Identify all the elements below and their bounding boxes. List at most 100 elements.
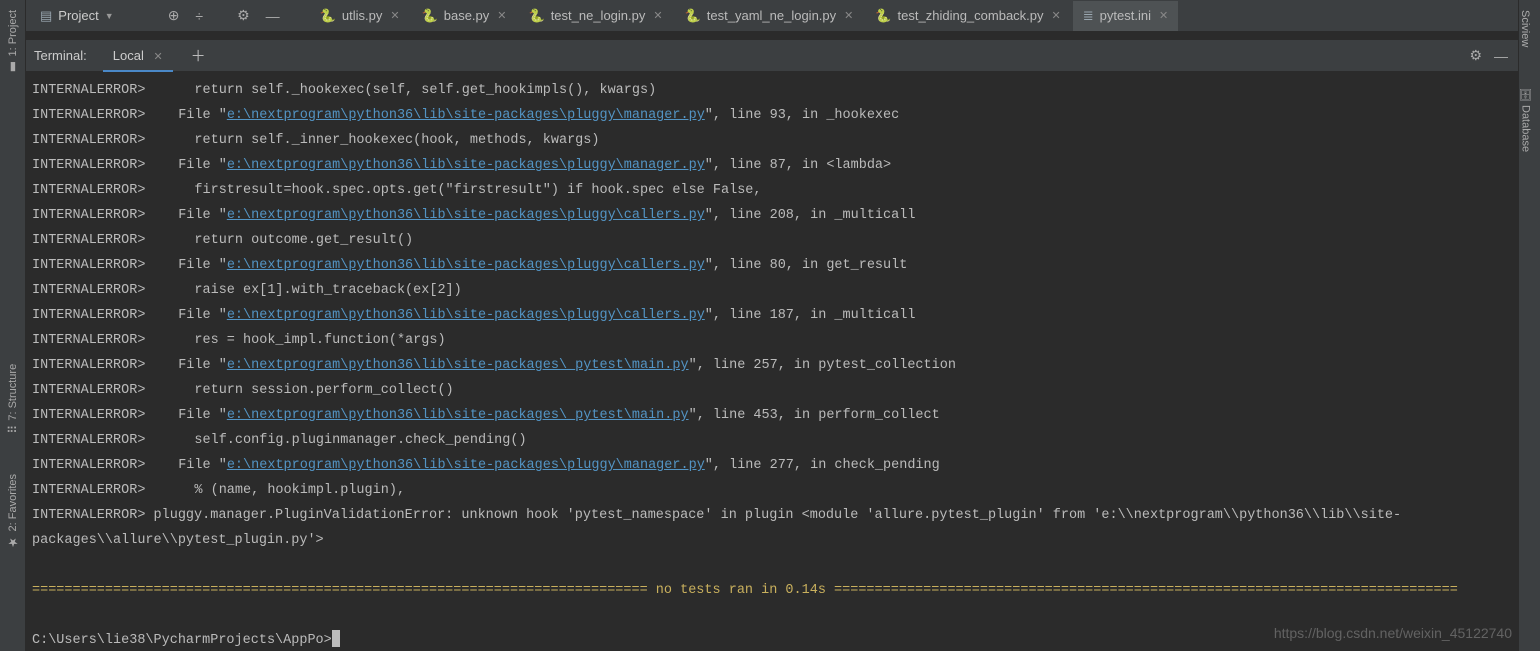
python-file-icon: 🐍 bbox=[685, 8, 701, 24]
close-icon[interactable]: ✕ bbox=[497, 9, 506, 22]
tool-label: 7: Structure bbox=[7, 364, 19, 421]
chevron-down-icon: ▼ bbox=[105, 11, 114, 21]
file-tab-label: test_zhiding_comback.py bbox=[898, 8, 1044, 23]
terminal-line: INTERNALERROR> File "e:\nextprogram\pyth… bbox=[32, 253, 1514, 278]
file-tab-label: test_yaml_ne_login.py bbox=[707, 8, 836, 23]
file-link[interactable]: e:\nextprogram\python36\lib\site-package… bbox=[227, 458, 705, 473]
close-icon[interactable]: ✕ bbox=[390, 9, 399, 22]
file-tab-test_yaml_ne_login-py[interactable]: 🐍 test_yaml_ne_login.py ✕ bbox=[675, 1, 864, 31]
collapse-icon[interactable]: ÷ bbox=[195, 8, 203, 24]
project-icon: ▤ bbox=[40, 8, 52, 24]
file-link[interactable]: e:\nextprogram\python36\lib\site-package… bbox=[227, 258, 705, 273]
file-tab-label: test_ne_login.py bbox=[551, 8, 646, 23]
minimize-icon[interactable]: — bbox=[266, 8, 280, 24]
tool-label: Database bbox=[1520, 105, 1532, 152]
python-file-icon: 🐍 bbox=[320, 8, 336, 24]
error-tag: INTERNALERROR> bbox=[32, 328, 162, 353]
close-icon[interactable]: ✕ bbox=[653, 9, 662, 22]
file-tab-test_ne_login-py[interactable]: 🐍 test_ne_login.py ✕ bbox=[519, 1, 673, 31]
tool-label: Sciview bbox=[1519, 10, 1531, 47]
file-link[interactable]: e:\nextprogram\python36\lib\site-package… bbox=[227, 408, 689, 423]
tool-project[interactable]: ▮ 1: Project bbox=[6, 10, 20, 74]
terminal-output[interactable]: INTERNALERROR> return self._hookexec(sel… bbox=[26, 72, 1518, 651]
terminal-line: INTERNALERROR> % (name, hookimpl.plugin)… bbox=[32, 478, 1514, 503]
error-tag: INTERNALERROR> bbox=[32, 303, 162, 328]
tool-label: 2: Favorites bbox=[7, 474, 19, 531]
star-icon: ★ bbox=[6, 536, 20, 550]
terminal-line: INTERNALERROR> res = hook_impl.function(… bbox=[32, 328, 1514, 353]
close-icon[interactable]: ✕ bbox=[844, 9, 853, 22]
add-terminal-button[interactable]: ＋ bbox=[191, 45, 206, 66]
terminal-line bbox=[32, 553, 1514, 578]
terminal-line: INTERNALERROR> File "e:\nextprogram\pyth… bbox=[32, 403, 1514, 428]
ini-file-icon: ≣ bbox=[1083, 8, 1094, 24]
watermark: https://blog.csdn.net/weixin_45122740 bbox=[1274, 625, 1512, 641]
terminal-line: INTERNALERROR> self.config.pluginmanager… bbox=[32, 428, 1514, 453]
file-tab-base-py[interactable]: 🐍base.py✕ bbox=[412, 1, 517, 31]
file-link[interactable]: e:\nextprogram\python36\lib\site-package… bbox=[227, 358, 689, 373]
project-label: Project bbox=[58, 8, 98, 23]
file-tab-label: utlis.py bbox=[342, 8, 382, 23]
terminal-line: INTERNALERROR> firstresult=hook.spec.opt… bbox=[32, 178, 1514, 203]
file-tab-test_zhiding_comback-py[interactable]: 🐍 test_zhiding_comback.py ✕ bbox=[865, 1, 1070, 31]
error-tag: INTERNALERROR> bbox=[32, 228, 162, 253]
structure-icon: ⠿ bbox=[6, 425, 20, 434]
file-tab-label: pytest.ini bbox=[1100, 8, 1151, 23]
error-tag: INTERNALERROR> bbox=[32, 103, 162, 128]
file-tab-utlis-py[interactable]: 🐍 utlis.py ✕ bbox=[310, 1, 410, 31]
cursor bbox=[332, 630, 340, 647]
file-tab-label: base.py bbox=[444, 8, 490, 23]
terminal-line: packages\\allure\\pytest_plugin.py'> bbox=[32, 528, 1514, 553]
close-icon[interactable]: ✕ bbox=[1159, 9, 1168, 22]
error-tag: INTERNALERROR> bbox=[32, 353, 162, 378]
error-tag: INTERNALERROR> bbox=[32, 378, 162, 403]
file-link[interactable]: e:\nextprogram\python36\lib\site-package… bbox=[227, 158, 705, 173]
error-tag: INTERNALERROR> bbox=[32, 453, 162, 478]
tool-structure[interactable]: ⠿ 7: Structure bbox=[6, 364, 20, 434]
file-link[interactable]: e:\nextprogram\python36\lib\site-package… bbox=[227, 308, 705, 323]
project-dropdown[interactable]: ▤ Project ▼ bbox=[26, 0, 128, 32]
folder-icon: ▮ bbox=[6, 60, 20, 74]
terminal-line: INTERNALERROR> File "e:\nextprogram\pyth… bbox=[32, 203, 1514, 228]
python-file-icon: 🐍 bbox=[875, 8, 891, 24]
terminal-line: INTERNALERROR> File "e:\nextprogram\pyth… bbox=[32, 353, 1514, 378]
close-icon[interactable]: ✕ bbox=[153, 51, 162, 63]
target-icon[interactable]: ⊕ bbox=[168, 7, 180, 24]
file-tabs: 🐍 utlis.py ✕ 🐍 base.py ✕ 🐍 test_ne_login.py ✕ 🐍 te… bbox=[310, 0, 1179, 32]
error-tag: INTERNALERROR> bbox=[32, 153, 162, 178]
terminal-line: INTERNALERROR> File "e:\nextprogram\pyth… bbox=[32, 303, 1514, 328]
view-controls: ⊕ ÷ ⚙ — bbox=[168, 7, 280, 24]
terminal-line: INTERNALERROR> File "e:\nextprogram\pyth… bbox=[32, 153, 1514, 178]
tool-label: 1: Project bbox=[7, 10, 19, 56]
tab-label: Local bbox=[113, 48, 144, 63]
file-link[interactable]: e:\nextprogram\python36\lib\site-package… bbox=[227, 208, 705, 223]
editor-tab-bar: ▤ Project ▼ ⊕ ÷ ⚙ — 🐍utlis.py✕🐍base.py✕🐍… bbox=[26, 0, 1518, 32]
database-icon: 🗄 bbox=[1519, 87, 1532, 101]
file-link[interactable]: e:\nextprogram\python36\lib\site-package… bbox=[227, 108, 705, 123]
close-icon[interactable]: ✕ bbox=[1052, 9, 1061, 22]
terminal-tab-local[interactable]: Local ✕ bbox=[103, 44, 173, 67]
terminal-title: Terminal: bbox=[34, 48, 87, 63]
minimize-icon[interactable]: — bbox=[1494, 48, 1508, 64]
error-tag: INTERNALERROR> bbox=[32, 128, 162, 153]
terminal-line: INTERNALERROR> raise ex[1].with_tracebac… bbox=[32, 278, 1514, 303]
gear-icon[interactable]: ⚙ bbox=[1469, 47, 1482, 64]
tool-favorites[interactable]: ★ 2: Favorites bbox=[6, 474, 20, 549]
error-tag: INTERNALERROR> bbox=[32, 78, 162, 103]
python-file-icon: 🐍 bbox=[529, 8, 545, 24]
right-toolbar: Sciview 🗄 Database bbox=[1518, 0, 1540, 651]
terminal-line: INTERNALERROR> File "e:\nextprogram\pyth… bbox=[32, 453, 1514, 478]
test-summary: ========================================… bbox=[32, 578, 1514, 603]
error-tag: INTERNALERROR> bbox=[32, 478, 162, 503]
tool-database[interactable]: 🗄 Database bbox=[1519, 87, 1532, 152]
terminal-line: INTERNALERROR> File "e:\nextprogram\pyth… bbox=[32, 103, 1514, 128]
file-tab-pytest-ini[interactable]: ≣ pytest.ini ✕ bbox=[1073, 1, 1178, 31]
error-tag: INTERNALERROR> bbox=[32, 253, 162, 278]
error-tag: INTERNALERROR> bbox=[32, 428, 162, 453]
terminal-header: Terminal: Local ✕ ＋ ⚙ — bbox=[26, 40, 1518, 72]
gear-icon[interactable]: ⚙ bbox=[237, 7, 250, 24]
error-tag: INTERNALERROR> bbox=[32, 203, 162, 228]
left-toolbar: ▮ 1: Project ⠿ 7: Structure ★ 2: Favorit… bbox=[0, 0, 26, 651]
tool-sciview[interactable]: Sciview bbox=[1519, 10, 1531, 47]
terminal-line: INTERNALERROR> return self._inner_hookex… bbox=[32, 128, 1514, 153]
